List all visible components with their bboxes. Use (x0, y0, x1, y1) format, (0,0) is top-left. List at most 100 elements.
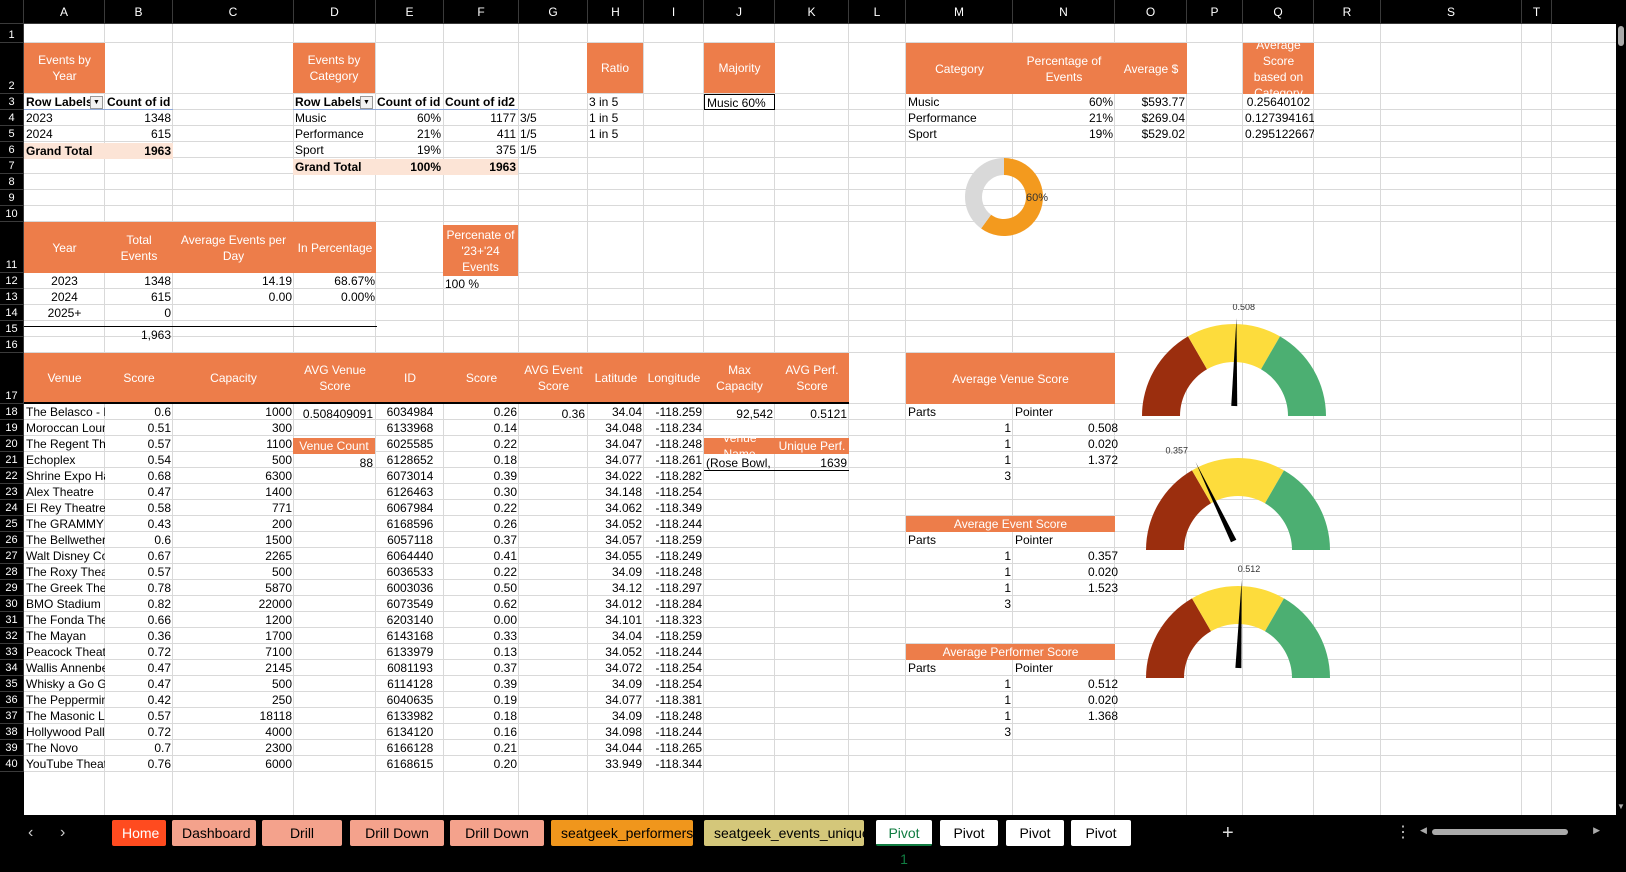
sheet-tab[interactable]: Pivot 4 (1071, 820, 1131, 867)
column-header-E[interactable]: E (376, 0, 444, 24)
sheet-tab[interactable]: Drill Down 3 (450, 820, 544, 867)
longitude: -118.381 (655, 693, 702, 707)
select-all-corner[interactable] (0, 0, 24, 24)
column-header-C[interactable]: C (173, 0, 294, 24)
row-header-24[interactable]: 24 (0, 500, 24, 516)
music-share-donut-chart[interactable]: 60% (958, 152, 1058, 242)
column-header-F[interactable]: F (444, 0, 519, 24)
column-header-Q[interactable]: Q (1243, 0, 1314, 24)
column-header-B[interactable]: B (105, 0, 173, 24)
row-header-13[interactable]: 13 (0, 289, 24, 305)
row-header-8[interactable]: 8 (0, 174, 24, 190)
column-header-J[interactable]: J (704, 0, 775, 24)
category-table-header: Average Score based on Category (1243, 43, 1314, 94)
row-header-22[interactable]: 22 (0, 468, 24, 484)
column-header-K[interactable]: K (775, 0, 849, 24)
filter-dropdown-icon[interactable]: ▼ (90, 96, 103, 109)
column-header-N[interactable]: N (1013, 0, 1115, 24)
row-header-2[interactable]: 2 (0, 43, 24, 94)
row-header-29[interactable]: 29 (0, 580, 24, 596)
column-header-M[interactable]: M (906, 0, 1013, 24)
event-score: 0.00 (493, 613, 517, 627)
filter-dropdown-icon[interactable]: ▼ (360, 96, 373, 109)
row-header-12[interactable]: 12 (0, 273, 24, 289)
majority-value[interactable]: Music 60% (704, 94, 775, 110)
cell-grid[interactable]: Events by Year Row Labels ▼ Count of id 2… (24, 24, 1616, 815)
sheet-tab[interactable]: Pivot 2 (940, 820, 998, 867)
pivot-year-row-labels[interactable]: Row Labels ▼ (24, 94, 105, 110)
venue-name: The Masonic Lo (26, 709, 105, 723)
column-header-T[interactable]: T (1522, 0, 1552, 24)
row-header-37[interactable]: 37 (0, 708, 24, 724)
row-header-33[interactable]: 33 (0, 644, 24, 660)
prev-sheet-arrow[interactable]: ‹ (28, 821, 33, 845)
row-header-6[interactable]: 6 (0, 142, 24, 158)
row-header-1[interactable]: 1 (0, 24, 24, 43)
column-header-R[interactable]: R (1314, 0, 1381, 24)
donut-other-slice[interactable] (965, 158, 1004, 229)
row-header-20[interactable]: 20 (0, 436, 24, 452)
row-header-15[interactable]: 15 (0, 321, 24, 337)
sheet-tab[interactable]: seatgeek_performers (551, 820, 693, 846)
pivot-category-row-labels[interactable]: Row Labels ▼ (293, 94, 375, 110)
row-header-40[interactable]: 40 (0, 756, 24, 772)
row-header-5[interactable]: 5 (0, 126, 24, 142)
row-header-36[interactable]: 36 (0, 692, 24, 708)
row-header-30[interactable]: 30 (0, 596, 24, 612)
row-header-32[interactable]: 32 (0, 628, 24, 644)
scroll-thumb[interactable] (1432, 829, 1568, 835)
venue-table-header: Score (444, 353, 519, 404)
row-header-39[interactable]: 39 (0, 740, 24, 756)
scroll-right-arrow[interactable]: ▶ (1593, 825, 1600, 836)
row-header-34[interactable]: 34 (0, 660, 24, 676)
sheet-tab[interactable]: seatgeek_events_unique (704, 820, 870, 846)
gauge-pointer: 0.357 (1087, 549, 1118, 563)
add-sheet-button[interactable]: + (1222, 821, 1234, 845)
row-header-27[interactable]: 27 (0, 548, 24, 564)
horizontal-scrollbar[interactable]: ◀ ▶ (1420, 825, 1600, 839)
scroll-thumb[interactable] (1618, 26, 1624, 46)
row-header-38[interactable]: 38 (0, 724, 24, 740)
more-options-icon[interactable]: ⋮ (1395, 821, 1411, 845)
row-header-23[interactable]: 23 (0, 484, 24, 500)
row-header-9[interactable]: 9 (0, 190, 24, 206)
column-header-L[interactable]: L (849, 0, 906, 24)
column-header-P[interactable]: P (1187, 0, 1243, 24)
row-header-7[interactable]: 7 (0, 158, 24, 174)
column-header-S[interactable]: S (1381, 0, 1522, 24)
gauge-table-title: Average Performer Score (906, 644, 1115, 660)
venue-name: Shrine Expo Ha (26, 469, 105, 483)
row-header-18[interactable]: 18 (0, 404, 24, 420)
row-header-11[interactable]: 11 (0, 222, 24, 273)
sheet-tab[interactable]: Dashboard (172, 820, 256, 846)
row-header-26[interactable]: 26 (0, 532, 24, 548)
sheet-tab[interactable]: Pivot 3 (1006, 820, 1064, 867)
column-header-H[interactable]: H (588, 0, 644, 24)
scroll-left-arrow[interactable]: ◀ (1420, 825, 1427, 836)
row-header-35[interactable]: 35 (0, 676, 24, 692)
sheet-tab[interactable]: Drill Down (262, 820, 342, 867)
row-header-14[interactable]: 14 (0, 305, 24, 321)
row-header-21[interactable]: 21 (0, 452, 24, 468)
row-header-17[interactable]: 17 (0, 353, 24, 404)
next-sheet-arrow[interactable]: › (60, 821, 65, 845)
sheet-tab[interactable]: Drill Down 2 (350, 820, 444, 867)
column-header-I[interactable]: I (644, 0, 704, 24)
sheet-tab[interactable]: Home (112, 820, 166, 846)
row-header-25[interactable]: 25 (0, 516, 24, 532)
scroll-down-arrow[interactable]: ▼ (1616, 802, 1626, 811)
column-header-O[interactable]: O (1115, 0, 1187, 24)
row-header-28[interactable]: 28 (0, 564, 24, 580)
score-gauges[interactable]: 0.508 0.357 0.512 (1134, 304, 1354, 684)
column-header-D[interactable]: D (294, 0, 376, 24)
row-header-3[interactable]: 3 (0, 94, 24, 110)
row-header-4[interactable]: 4 (0, 110, 24, 126)
row-header-31[interactable]: 31 (0, 612, 24, 628)
row-header-10[interactable]: 10 (0, 206, 24, 222)
row-header-19[interactable]: 19 (0, 420, 24, 436)
column-header-A[interactable]: A (24, 0, 105, 24)
sheet-tab[interactable]: Pivot 1 (876, 820, 932, 867)
column-header-G[interactable]: G (519, 0, 588, 24)
row-header-16[interactable]: 16 (0, 337, 24, 353)
vertical-scrollbar[interactable]: ▲ ▼ (1616, 24, 1626, 815)
